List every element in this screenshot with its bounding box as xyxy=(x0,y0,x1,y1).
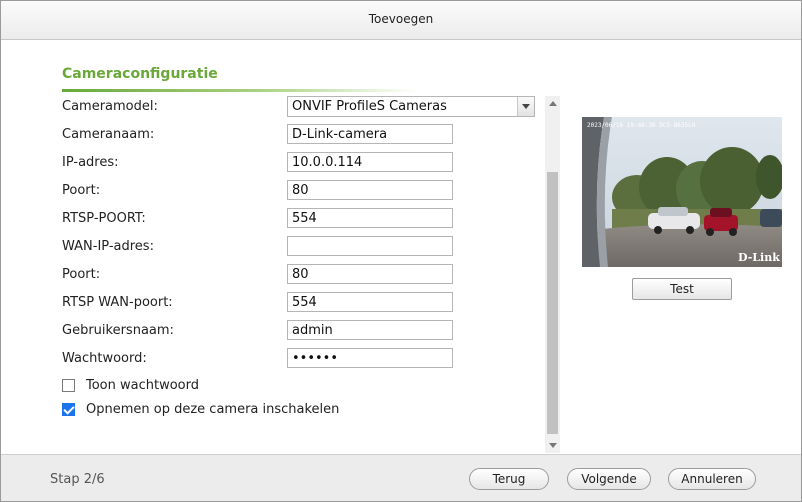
dialog-title: Toevoegen xyxy=(368,12,434,26)
port-label: Poort: xyxy=(62,183,101,198)
scroll-up-arrow-icon[interactable] xyxy=(549,101,557,106)
username-label: Gebruikersnaam: xyxy=(62,323,174,338)
add-camera-dialog: Toevoegen Cameraconfiguratie Cameramodel… xyxy=(0,0,802,502)
camera-model-label: Cameramodel: xyxy=(62,99,158,114)
enable-recording-label[interactable]: Opnemen op deze camera inschakelen xyxy=(86,402,339,417)
scroll-down-arrow-icon[interactable] xyxy=(549,443,557,448)
dialog-titlebar: Toevoegen xyxy=(1,1,801,40)
step-indicator: Stap 2/6 xyxy=(50,472,105,487)
rtsp-port-label: RTSP-POORT: xyxy=(62,211,146,226)
form-scrollbar[interactable] xyxy=(545,96,560,453)
rtsp-wan-port-label: RTSP WAN-poort: xyxy=(62,295,173,310)
enable-recording-checkbox[interactable] xyxy=(62,403,75,416)
camera-model-value: ONVIF ProfileS Cameras xyxy=(292,99,447,114)
camera-name-label: Cameranaam: xyxy=(62,127,155,142)
ip-address-input[interactable] xyxy=(287,152,453,172)
ip-address-label: IP-adres: xyxy=(62,155,119,170)
wan-ip-input[interactable] xyxy=(287,236,453,256)
test-button[interactable]: Test xyxy=(632,278,732,300)
chevron-down-icon[interactable] xyxy=(517,97,534,116)
next-button[interactable]: Volgende xyxy=(567,468,651,490)
camera-preview-image: 2023/06/16 19:48:30 DCS-8635LH D-Link xyxy=(582,117,782,267)
rtsp-port-input[interactable] xyxy=(287,208,453,228)
scrollbar-thumb[interactable] xyxy=(547,172,558,434)
camera-name-input[interactable] xyxy=(287,124,453,144)
section-divider xyxy=(62,89,417,92)
password-input[interactable] xyxy=(287,348,453,368)
preview-timestamp: 2023/06/16 19:48:30 DCS-8635LH xyxy=(587,122,696,129)
cancel-button[interactable]: Annuleren xyxy=(668,468,756,490)
wan-ip-label: WAN-IP-adres: xyxy=(62,239,154,254)
username-input[interactable] xyxy=(287,320,453,340)
show-password-label[interactable]: Toon wachtwoord xyxy=(86,378,199,393)
wan-port-label: Poort: xyxy=(62,267,101,282)
camera-model-select[interactable]: ONVIF ProfileS Cameras xyxy=(287,96,535,117)
camera-preview: 2023/06/16 19:48:30 DCS-8635LH D-Link xyxy=(582,117,782,267)
section-title: Cameraconfiguratie xyxy=(62,66,218,82)
preview-watermark: D-Link xyxy=(738,251,780,264)
rtsp-wan-port-input[interactable] xyxy=(287,292,453,312)
back-button[interactable]: Terug xyxy=(469,468,549,490)
password-label: Wachtwoord: xyxy=(62,351,147,366)
wan-port-input[interactable] xyxy=(287,264,453,284)
port-input[interactable] xyxy=(287,180,453,200)
show-password-checkbox[interactable] xyxy=(62,379,75,392)
